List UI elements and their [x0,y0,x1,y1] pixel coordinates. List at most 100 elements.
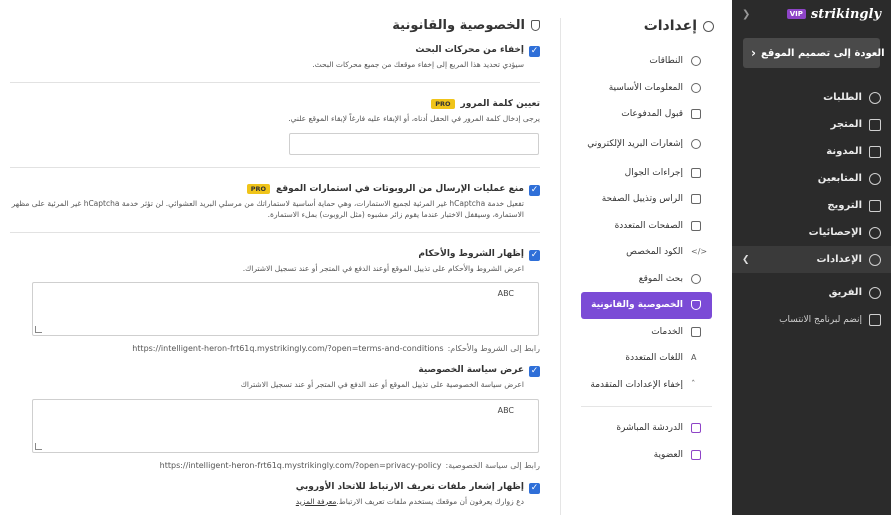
privacy-policy-textarea[interactable]: ABC [32,398,539,453]
chevron-up-icon: ˆ [691,379,696,390]
resize-grip-icon[interactable] [35,442,42,450]
nav-item-email-notifications[interactable]: إشعارات البريد الإلكتروني [581,128,712,160]
privacy-policy-url[interactable]: https://intelligent-heron-frt61q.mystrik… [160,461,442,470]
nav-item-mobile-actions[interactable]: إجراءات الجوال [581,160,712,187]
hide-from-search-title: إخفاء من محركات البحث [415,45,524,55]
nav-item-label: إشعارات البريد الإلكتروني [587,138,683,149]
sidebar-item-affiliate[interactable]: إنضم لبرنامج الانتساب [732,306,891,333]
pro-badge: PRO [431,99,455,110]
pen-icon [869,145,881,158]
team-icon [869,286,881,299]
sidebar-item-promotion[interactable]: الترويج [732,192,891,219]
chat-icon [691,423,701,434]
nav-item-label: إخفاء الإعدادات المتقدمة [590,379,683,390]
privacy-settings-panel: الخصوصية والقانونية ✓ إخفاء من محركات ال… [10,18,540,515]
captcha-section: ✓ منع عمليات الإرسال من الروبوتات في است… [10,180,540,233]
settings-nav: إعدادات النطاقات المعلومات الأساسية قبول… [560,18,722,515]
pro-badge: PRO [246,183,271,194]
nav-item-label: الدردشة المباشرة [616,423,683,434]
privacy-policy-title: عرض سياسة الخصوصية [418,365,524,376]
sidebar-item-analytics[interactable]: الإحصائيات [732,219,891,246]
trophy-icon [869,313,881,326]
pages-icon [691,220,701,231]
back-to-editor-button[interactable]: العودة إلى تصميم الموقع ‹ [743,38,885,68]
search-icon [691,273,701,284]
nav-item-domains[interactable]: النطاقات [581,48,712,75]
nav-item-custom-code[interactable]: الكود المخصص </> [581,239,712,266]
settings-title-label: إعدادات [643,18,697,34]
privacy-policy-desc: اعرض سياسة الخصوصية على تذييل الموقع أو … [240,380,524,390]
settings-title: إعدادات [561,18,722,34]
learn-more-link[interactable]: معرفة المزيد [296,497,337,506]
nav-item-label: العضوية [653,449,683,460]
terms-text: ABC [497,289,514,299]
captcha-desc: تفعيل خدمة hCaptcha غير المرئية لجميع ال… [11,198,524,219]
resize-grip-icon[interactable] [35,326,42,334]
sidebar-item-store[interactable]: المتجر [732,111,891,138]
cookie-notice-title: إظهار إشعار ملفات تعريف الارتباط للاتحاد… [295,481,524,492]
terms-link: رابط إلى الشروط والأحكام: https://intell… [10,344,540,353]
password-input[interactable] [289,132,539,155]
hide-from-search-checkbox[interactable]: ✓ [529,46,540,57]
chevron-left-icon: ‹ [751,46,756,60]
terms-desc: اعرض الشروط والأحكام على تذييل الموقع أو… [242,264,524,273]
nav-item-label: اللغات المتعددة [625,353,683,364]
code-icon: </> [691,247,708,257]
sidebar-item-team[interactable]: الفريق [732,279,891,306]
bell-icon [691,138,701,149]
nav-item-multiple-pages[interactable]: الصفحات المتعددة [581,213,712,240]
nav-item-live-chat[interactable]: الدردشة المباشرة [581,415,712,442]
divider [581,406,712,407]
cookie-notice-desc: دع زوارك يعرفون أن موقعك يستخدم ملفات تع… [336,496,524,506]
nav-item-payments[interactable]: قبول المدفوعات [581,101,712,128]
terms-checkbox[interactable]: ✓ [529,250,540,261]
chart-pie-icon [869,226,881,239]
privacy-policy-link: رابط إلى سياسة الخصوصية: https://intelli… [10,461,540,470]
nav-item-label: النطاقات [649,56,683,67]
cookie-notice-section: ✓ إظهار إشعار ملفات تعريف الارتباط للاتح… [10,474,540,515]
terms-title: إظهار الشروط والأحكام [418,249,524,259]
nav-item-header-footer[interactable]: الراس وتذييل الصفحة [581,186,712,213]
nav-item-languages[interactable]: اللغات المتعددة A [581,345,712,372]
nav-item-label: الصفحات المتعددة [614,220,683,231]
nav-item-privacy-legal[interactable]: الخصوصية والقانونية [581,292,712,319]
grid-icon [691,326,701,337]
hide-from-search-section: ✓ إخفاء من محركات البحث سيؤدي تحديد هذا … [10,41,540,84]
captcha-checkbox[interactable]: ✓ [529,184,540,196]
payment-icon [691,109,701,120]
chevron-left-icon: ❮ [742,254,750,265]
privacy-policy-section: ✓ عرض سياسة الخصوصية اعرض سياسة الخصوصية… [10,357,540,473]
nav-item-basic-info[interactable]: المعلومات الأساسية [581,75,712,102]
globe-icon [691,56,701,67]
password-desc: يرجى إدخال كلمة المرور في الحقل أدناه، أ… [288,114,540,124]
nav-item-membership[interactable]: العضوية [581,442,712,469]
nav-item-label: الخدمات [651,326,683,337]
vip-badge: VIP [786,9,806,19]
sidebar-item-label: الإعدادات [816,254,862,265]
cookie-notice-checkbox[interactable]: ✓ [529,482,540,494]
back-to-editor-label: العودة إلى تصميم الموقع [760,47,885,59]
nav-item-hide-advanced[interactable]: إخفاء الإعدادات المتقدمة ˆ [581,372,712,399]
sidebar-item-label: إنضم لبرنامج الانتساب [779,314,862,325]
dollar-icon [869,91,881,104]
nav-item-site-search[interactable]: بحث الموقع [581,266,712,293]
sidebar-item-label: المتابعين [817,173,862,184]
privacy-policy-checkbox[interactable]: ✓ [529,366,540,378]
nav-item-services[interactable]: الخدمات [581,319,712,346]
password-title: تعيين كلمة المرور [460,99,540,110]
terms-url[interactable]: https://intelligent-heron-frt61q.mystrik… [132,344,443,353]
privacy-policy-link-label: رابط إلى سياسة الخصوصية: [445,460,541,470]
collapse-sidebar-icon[interactable]: ❯ [742,9,750,20]
shield-icon [531,20,540,31]
sidebar-nav: الطلبات المتجر المدونة المتابعين الترويج… [732,84,891,333]
store-icon [869,118,881,131]
sidebar-item-blog[interactable]: المدونة [732,138,891,165]
sidebar-item-followers[interactable]: المتابعين [732,165,891,192]
page-title-label: الخصوصية والقانونية [392,18,525,33]
sidebar-item-label: المدونة [826,146,862,157]
sidebar-item-settings[interactable]: ❮ الإعدادات [732,246,891,273]
sidebar-item-label: الترويج [827,200,862,211]
sidebar-item-orders[interactable]: الطلبات [732,84,891,111]
terms-textarea[interactable]: ABC [32,282,539,337]
sidebar-item-label: الطلبات [823,92,862,103]
